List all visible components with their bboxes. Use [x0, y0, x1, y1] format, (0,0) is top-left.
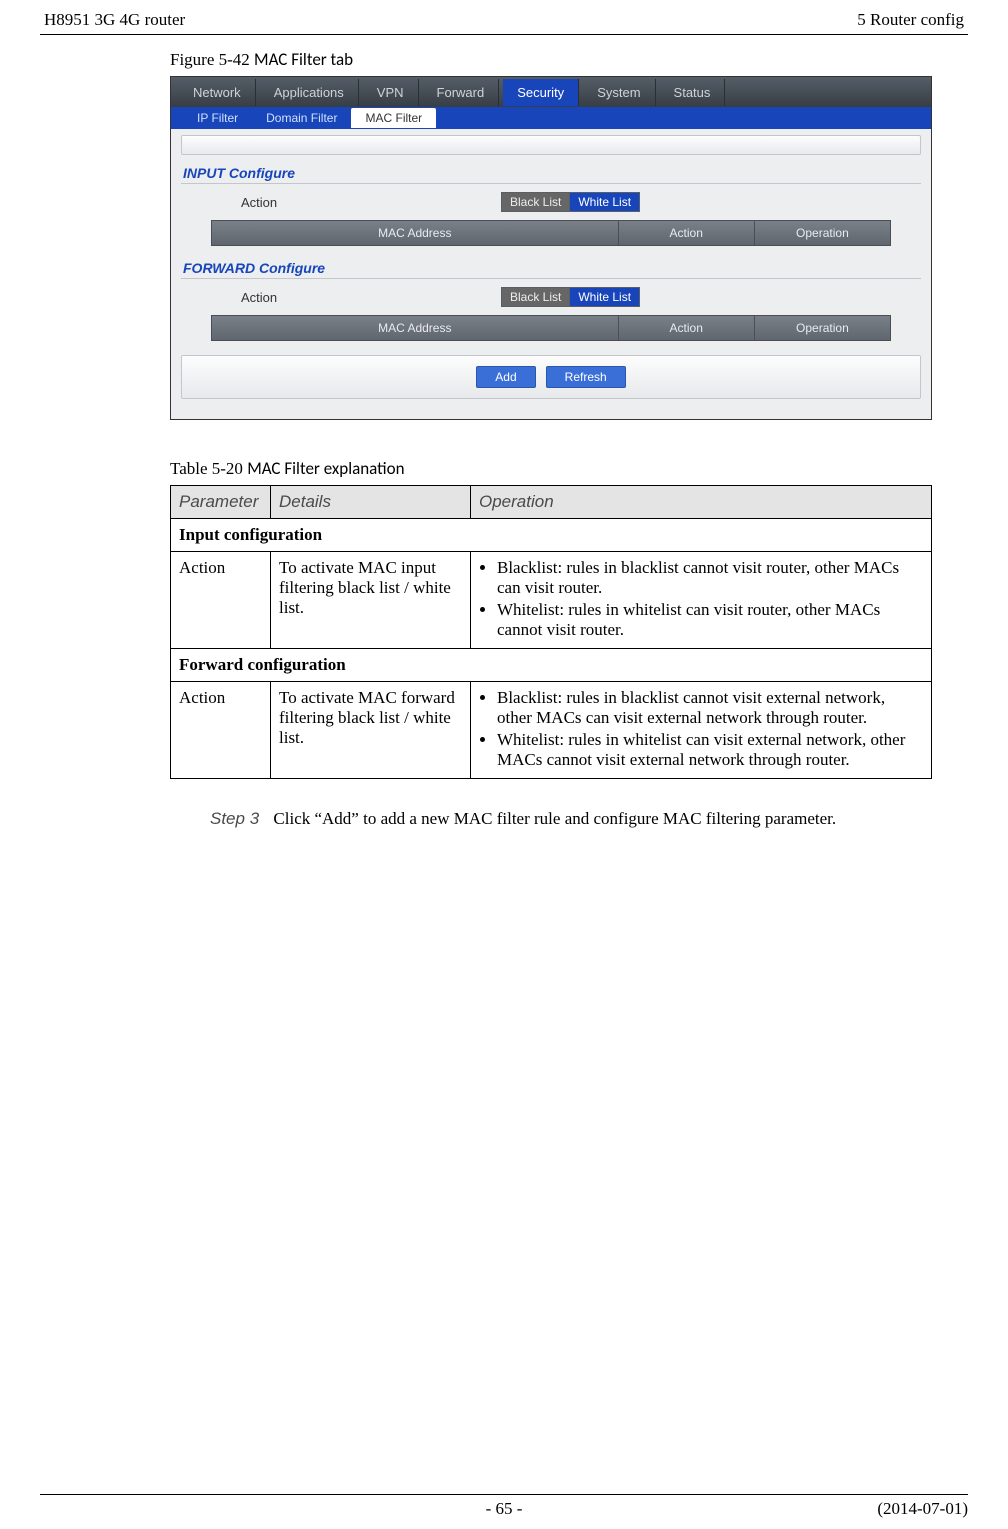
- input-action-label: Action: [241, 195, 301, 210]
- explanation-table: Parameter Details Operation Input config…: [170, 485, 932, 779]
- cell-param-forward: Action: [171, 682, 271, 779]
- op-forward-whitelist: Whitelist: rules in whitelist can visit …: [497, 730, 923, 770]
- table-caption-number: Table 5-20: [170, 459, 243, 478]
- subtab-mac-filter[interactable]: MAC Filter: [351, 108, 436, 128]
- op-forward-blacklist: Blacklist: rules in blacklist cannot vis…: [497, 688, 923, 728]
- page-footer: - 65 - (2014-07-01): [40, 1494, 968, 1519]
- th-parameter: Parameter: [171, 486, 271, 519]
- cell-param-input: Action: [171, 552, 271, 649]
- input-white-list-option[interactable]: White List: [569, 192, 640, 212]
- sub-tabs: IP Filter Domain Filter MAC Filter: [171, 107, 931, 129]
- op-input-blacklist: Blacklist: rules in blacklist cannot vis…: [497, 558, 923, 598]
- section-forward-config: Forward configuration: [171, 649, 932, 682]
- forward-action-label: Action: [241, 290, 301, 305]
- input-action-toggle[interactable]: Black List White List: [501, 192, 640, 212]
- step-3-line: Step 3 Click “Add” to add a new MAC filt…: [210, 809, 968, 829]
- forward-grid-header: MAC Address Action Operation: [211, 315, 891, 341]
- button-row: Add Refresh: [181, 355, 921, 399]
- cell-details-forward: To activate MAC forward filtering black …: [271, 682, 471, 779]
- input-grid-header: MAC Address Action Operation: [211, 220, 891, 246]
- main-tabs: Network Applications VPN Forward Securit…: [171, 77, 931, 107]
- grid-col-operation: Operation: [754, 315, 891, 341]
- forward-white-list-option[interactable]: White List: [569, 287, 640, 307]
- table-caption: Table 5-20 MAC Filter explanation: [170, 458, 968, 479]
- forward-action-toggle[interactable]: Black List White List: [501, 287, 640, 307]
- forward-black-list-option[interactable]: Black List: [501, 287, 569, 307]
- cell-op-input: Blacklist: rules in blacklist cannot vis…: [471, 552, 932, 649]
- footer-page: - 65 -: [40, 1499, 968, 1519]
- section-input-title: INPUT Configure: [183, 165, 921, 181]
- grid-col-action: Action: [618, 220, 754, 246]
- subtab-ip-filter[interactable]: IP Filter: [183, 108, 252, 128]
- tab-vpn[interactable]: VPN: [363, 79, 419, 106]
- header-left: H8951 3G 4G router: [44, 10, 185, 30]
- grid-col-mac: MAC Address: [211, 315, 618, 341]
- add-button[interactable]: Add: [476, 366, 535, 388]
- tab-forward[interactable]: Forward: [423, 79, 500, 106]
- table-caption-title: MAC Filter explanation: [247, 458, 404, 479]
- grid-col-mac: MAC Address: [211, 220, 618, 246]
- figure-caption-title: MAC Filter tab: [254, 49, 353, 70]
- figure-caption-number: Figure 5-42: [170, 50, 250, 69]
- top-bar: [181, 135, 921, 155]
- tab-security[interactable]: Security: [503, 79, 579, 106]
- step-text: Click “Add” to add a new MAC filter rule…: [273, 809, 836, 828]
- figure-caption: Figure 5-42 MAC Filter tab: [170, 49, 968, 70]
- input-black-list-option[interactable]: Black List: [501, 192, 569, 212]
- op-input-whitelist: Whitelist: rules in whitelist can visit …: [497, 600, 923, 640]
- header-right: 5 Router config: [857, 10, 964, 30]
- section-forward-title: FORWARD Configure: [183, 260, 921, 276]
- section-input-config: Input configuration: [171, 519, 932, 552]
- tab-applications[interactable]: Applications: [260, 79, 359, 106]
- grid-col-action: Action: [618, 315, 754, 341]
- subtab-domain-filter[interactable]: Domain Filter: [252, 108, 351, 128]
- refresh-button[interactable]: Refresh: [546, 366, 626, 388]
- cell-details-input: To activate MAC input filtering black li…: [271, 552, 471, 649]
- divider: [181, 183, 921, 184]
- step-label: Step 3: [210, 809, 259, 828]
- divider: [181, 278, 921, 279]
- th-details: Details: [271, 486, 471, 519]
- router-screenshot: Network Applications VPN Forward Securit…: [170, 76, 932, 420]
- th-operation: Operation: [471, 486, 932, 519]
- grid-col-operation: Operation: [754, 220, 891, 246]
- tab-system[interactable]: System: [583, 79, 655, 106]
- cell-op-forward: Blacklist: rules in blacklist cannot vis…: [471, 682, 932, 779]
- tab-network[interactable]: Network: [179, 79, 256, 106]
- tab-status[interactable]: Status: [660, 79, 726, 106]
- page-header: H8951 3G 4G router 5 Router config: [40, 10, 968, 35]
